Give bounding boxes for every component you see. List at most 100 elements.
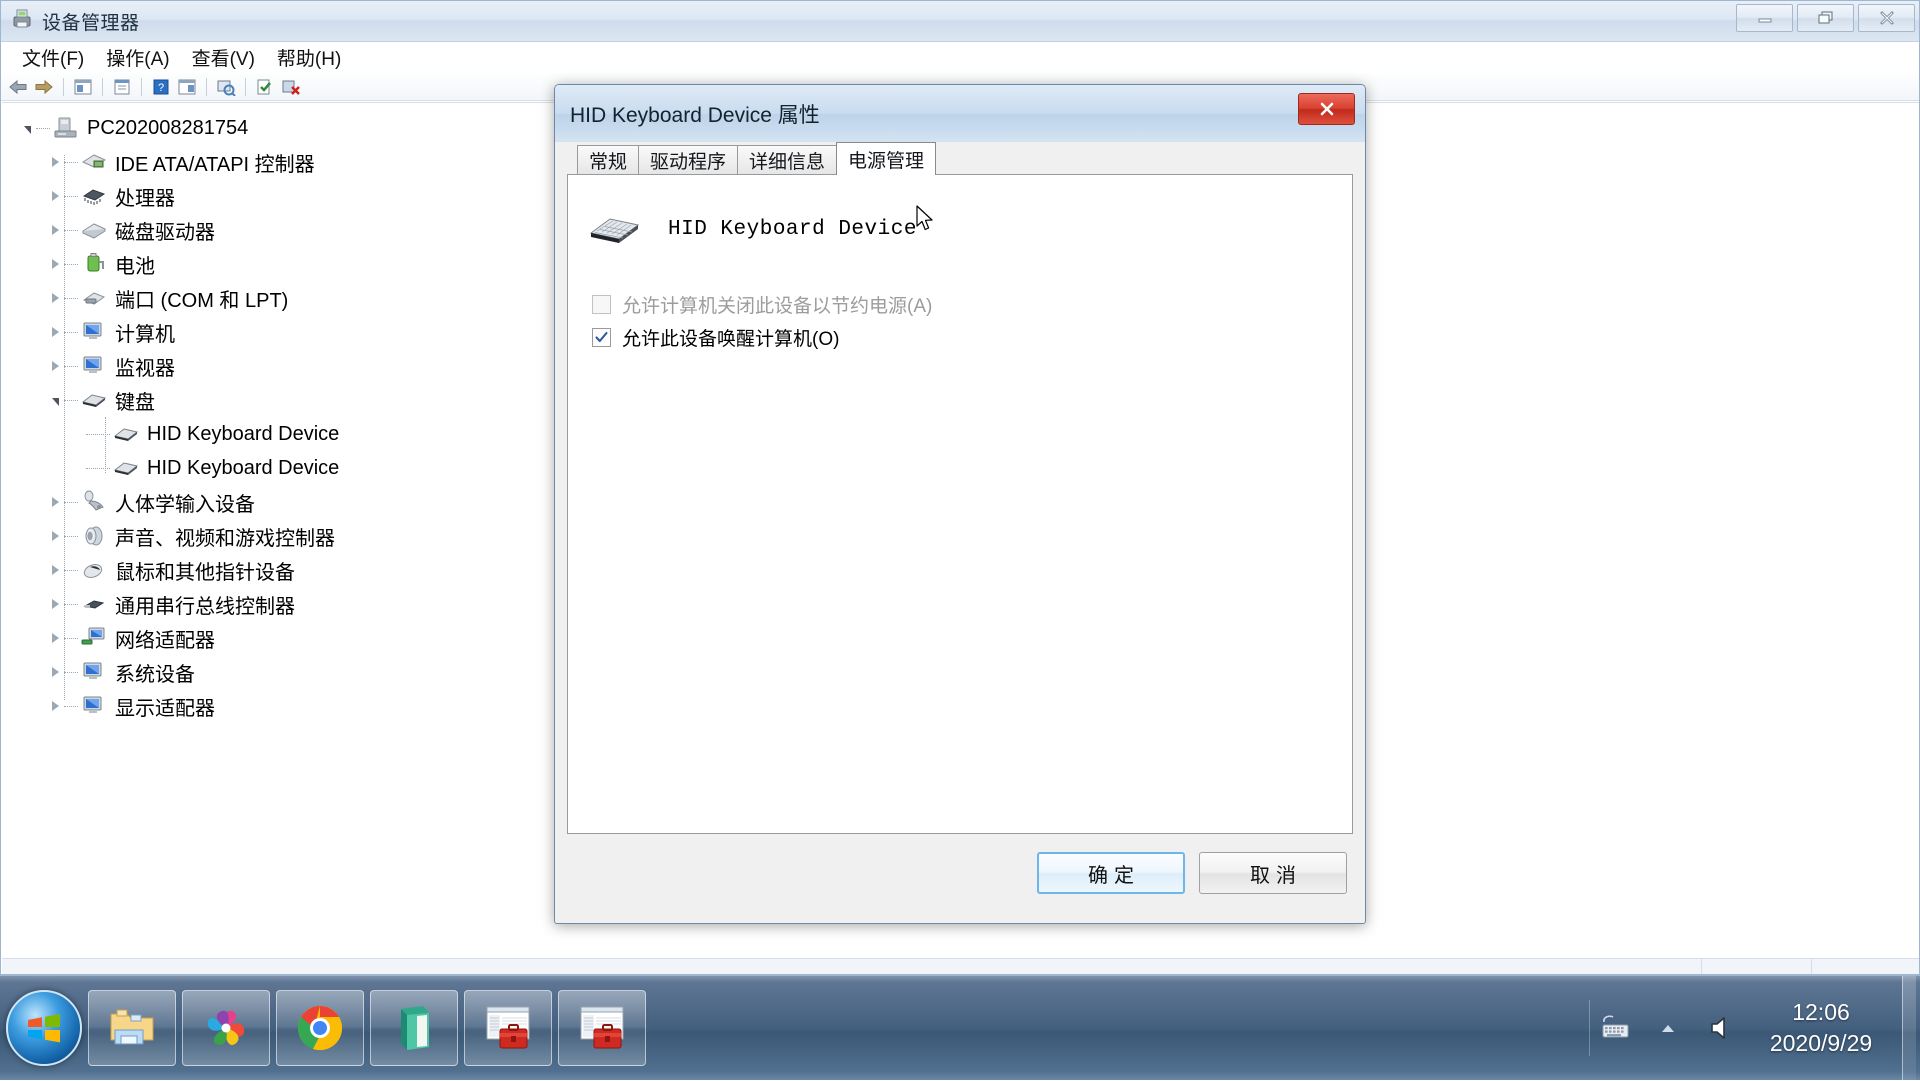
help-icon[interactable]: ? xyxy=(149,76,173,98)
menu-file[interactable]: 文件(F) xyxy=(11,44,95,71)
tree-connector xyxy=(64,621,80,655)
window-titlebar: 设备管理器 xyxy=(1,1,1919,42)
tree-node-label: 系统设备 xyxy=(115,658,195,687)
tree-connector xyxy=(64,145,80,179)
usb-icon xyxy=(80,591,108,617)
expander-collapsed-icon[interactable] xyxy=(46,145,64,179)
minimize-button[interactable] xyxy=(1736,4,1793,32)
taskbar-explorer[interactable] xyxy=(88,990,176,1066)
device-header: HID Keyboard Device xyxy=(568,175,1352,251)
tab-details[interactable]: 详细信息 xyxy=(737,145,837,174)
tree-node-label: 监视器 xyxy=(115,352,175,381)
expander-expanded-icon[interactable] xyxy=(18,111,36,145)
toolbar-separator xyxy=(245,78,246,96)
expander-collapsed-icon[interactable] xyxy=(46,281,64,315)
expander-collapsed-icon[interactable] xyxy=(46,213,64,247)
forward-icon[interactable] xyxy=(32,76,56,98)
expander-collapsed-icon[interactable] xyxy=(46,349,64,383)
processor-icon xyxy=(80,183,108,209)
tree-node-label: 网络适配器 xyxy=(115,624,215,653)
back-icon[interactable] xyxy=(6,76,30,98)
green-book-icon xyxy=(391,1003,437,1053)
expander-collapsed-icon[interactable] xyxy=(46,553,64,587)
taskbar-device-manager-1[interactable] xyxy=(464,990,552,1066)
device-name: HID Keyboard Device xyxy=(668,218,917,241)
scan-hardware-changes-icon[interactable] xyxy=(214,76,238,98)
tree-connector xyxy=(64,349,80,383)
checkbox-box[interactable] xyxy=(592,328,611,347)
window-title: 设备管理器 xyxy=(42,8,140,35)
network-icon xyxy=(80,625,108,651)
menu-action[interactable]: 操作(A) xyxy=(95,44,180,71)
taskbar-clock[interactable]: 12:06 2020/9/29 xyxy=(1746,997,1896,1059)
dialog-close-button[interactable] xyxy=(1298,93,1355,125)
tab-panel-power-management: HID Keyboard Device 允许计算机关闭此设备以节约电源(A) 允… xyxy=(567,174,1353,834)
expander-collapsed-icon[interactable] xyxy=(46,689,64,723)
menu-view[interactable]: 查看(V) xyxy=(181,44,266,71)
hid-icon xyxy=(80,489,108,515)
monitor-icon xyxy=(80,353,108,379)
status-bar xyxy=(2,958,1919,974)
tree-connector xyxy=(64,315,80,349)
tray-show-hidden-icon[interactable] xyxy=(1642,1021,1694,1035)
speaker-icon xyxy=(1705,1013,1735,1043)
toolbar-separator xyxy=(141,78,142,96)
start-button[interactable] xyxy=(6,990,82,1066)
expander-collapsed-icon[interactable] xyxy=(46,621,64,655)
tab-power-management[interactable]: 电源管理 xyxy=(836,142,936,175)
status-cell-aux xyxy=(1702,959,1812,974)
tree-node-label: IDE ATA/ATAPI 控制器 xyxy=(115,148,315,177)
enable-device-icon[interactable] xyxy=(253,76,277,98)
taskbar: 12:06 2020/9/29 xyxy=(0,975,1920,1080)
show-desktop-button[interactable] xyxy=(1902,976,1916,1081)
port-icon xyxy=(80,285,108,311)
checkbox-label: 允许计算机关闭此设备以节约电源(A) xyxy=(622,291,932,318)
restore-button[interactable] xyxy=(1797,4,1854,32)
system-tray: 12:06 2020/9/29 xyxy=(1589,976,1920,1081)
keyboard-icon xyxy=(112,421,140,447)
show-hide-tree-icon[interactable] xyxy=(71,76,95,98)
tree-connector xyxy=(86,417,112,451)
tree-connector xyxy=(64,213,80,247)
ide-controller-icon xyxy=(80,149,108,175)
pinwheel-icon xyxy=(201,1003,251,1053)
expander-collapsed-icon[interactable] xyxy=(46,587,64,621)
taskbar-device-manager-2[interactable] xyxy=(558,990,646,1066)
cancel-button[interactable]: 取消 xyxy=(1199,852,1347,894)
toolbox-window-icon xyxy=(576,1004,628,1052)
tree-connector xyxy=(64,247,80,281)
tray-keyboard-icon[interactable] xyxy=(1590,1014,1642,1042)
taskbar-book-app[interactable] xyxy=(370,990,458,1066)
properties-icon[interactable] xyxy=(110,76,134,98)
tree-connector xyxy=(64,519,80,553)
expander-collapsed-icon[interactable] xyxy=(46,247,64,281)
tree-connector xyxy=(64,553,80,587)
battery-icon xyxy=(80,251,108,277)
ok-button[interactable]: 确定 xyxy=(1037,852,1185,894)
allow-computer-turn-off-device-checkbox[interactable]: 允许计算机关闭此设备以节约电源(A) xyxy=(568,291,1352,318)
tab-driver[interactable]: 驱动程序 xyxy=(638,145,738,174)
taskbar-360-browser[interactable] xyxy=(182,990,270,1066)
clock-time: 12:06 xyxy=(1746,997,1896,1028)
expander-collapsed-icon[interactable] xyxy=(46,179,64,213)
expander-collapsed-icon[interactable] xyxy=(46,315,64,349)
checkbox-box[interactable] xyxy=(592,295,611,314)
expander-collapsed-icon[interactable] xyxy=(46,519,64,553)
tab-general[interactable]: 常规 xyxy=(577,145,639,174)
expander-collapsed-icon[interactable] xyxy=(46,485,64,519)
taskbar-chrome[interactable] xyxy=(276,990,364,1066)
dialog-titlebar: HID Keyboard Device 属性 xyxy=(555,85,1365,142)
close-button[interactable] xyxy=(1858,4,1915,32)
device-manager-icon xyxy=(10,7,34,36)
tray-volume-icon[interactable] xyxy=(1694,1013,1746,1043)
menu-help[interactable]: 帮助(H) xyxy=(266,44,352,71)
allow-device-wake-computer-checkbox[interactable]: 允许此设备唤醒计算机(O) xyxy=(568,324,1352,351)
tree-node-label: 人体学输入设备 xyxy=(115,488,255,517)
check-icon xyxy=(595,331,608,344)
expander-collapsed-icon[interactable] xyxy=(46,655,64,689)
tree-guideline xyxy=(64,155,65,700)
uninstall-device-icon[interactable] xyxy=(279,76,303,98)
expander-expanded-icon[interactable] xyxy=(46,383,64,417)
toolbox-window-icon xyxy=(482,1004,534,1052)
update-driver-icon[interactable] xyxy=(175,76,199,98)
